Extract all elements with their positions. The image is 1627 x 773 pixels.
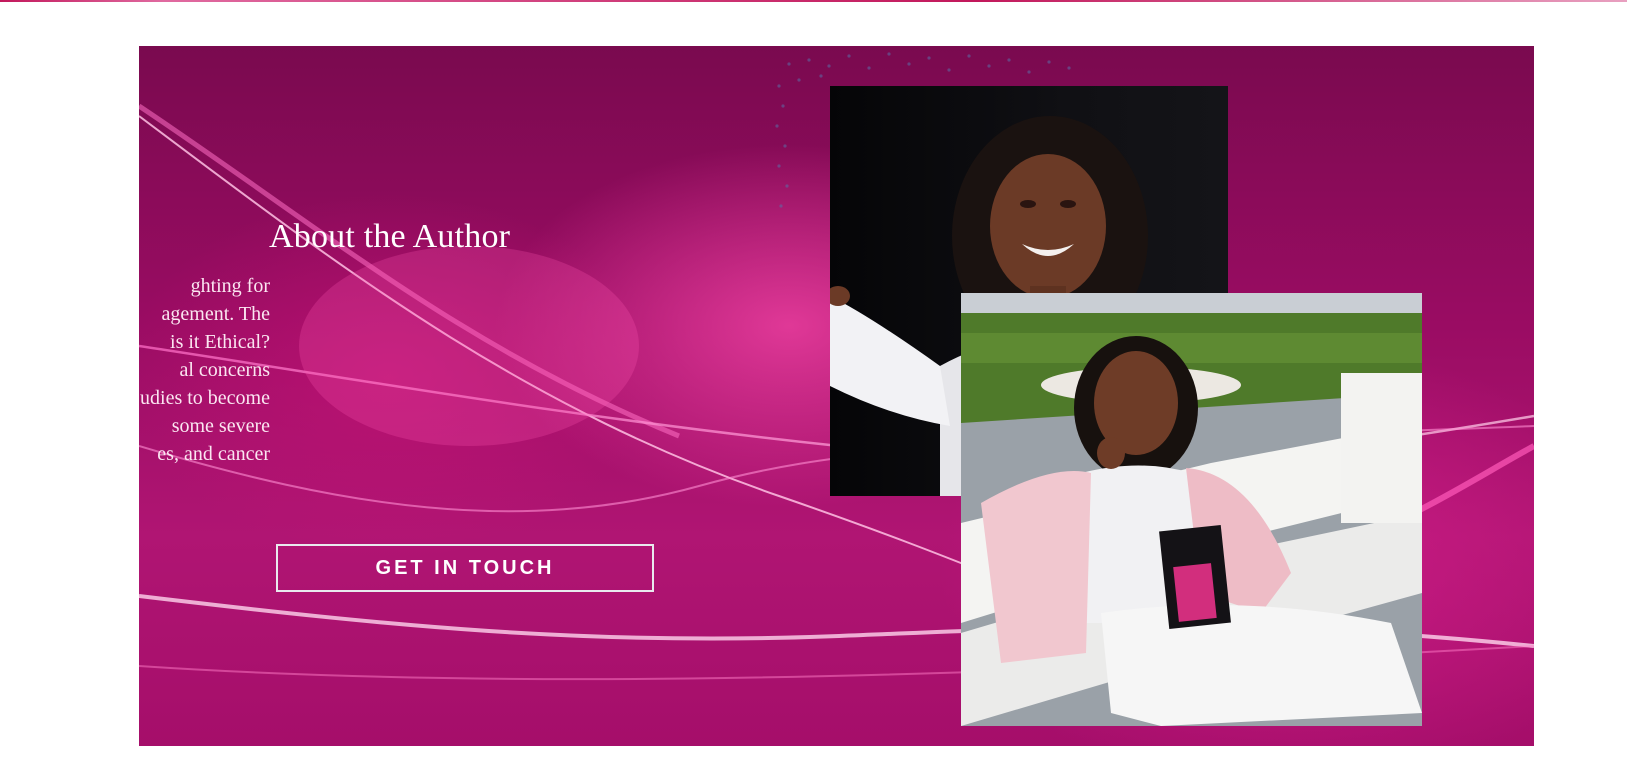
- section-title: About the Author: [269, 218, 511, 255]
- bio-line: ghting for: [190, 275, 270, 297]
- top-accent-rule: [0, 0, 1627, 2]
- bio-paragraph: ghting for agement. The is it Ethical? a…: [139, 272, 270, 468]
- bio-line: es, and cancer: [157, 443, 270, 465]
- bio-line: some severe: [171, 415, 270, 437]
- bio-line: is it Ethical?: [170, 331, 270, 353]
- bio-line: agement. The: [161, 303, 270, 325]
- author-with-book-photo: [961, 293, 1422, 726]
- bio-line: al concerns: [179, 359, 270, 381]
- get-in-touch-button[interactable]: GET IN TOUCH: [276, 544, 654, 592]
- bio-line: udies to become: [140, 387, 270, 409]
- bio-text-clip: ghting for agement. The is it Ethical? a…: [139, 272, 270, 472]
- about-author-section: About the Author ghting for agement. The…: [139, 46, 1534, 746]
